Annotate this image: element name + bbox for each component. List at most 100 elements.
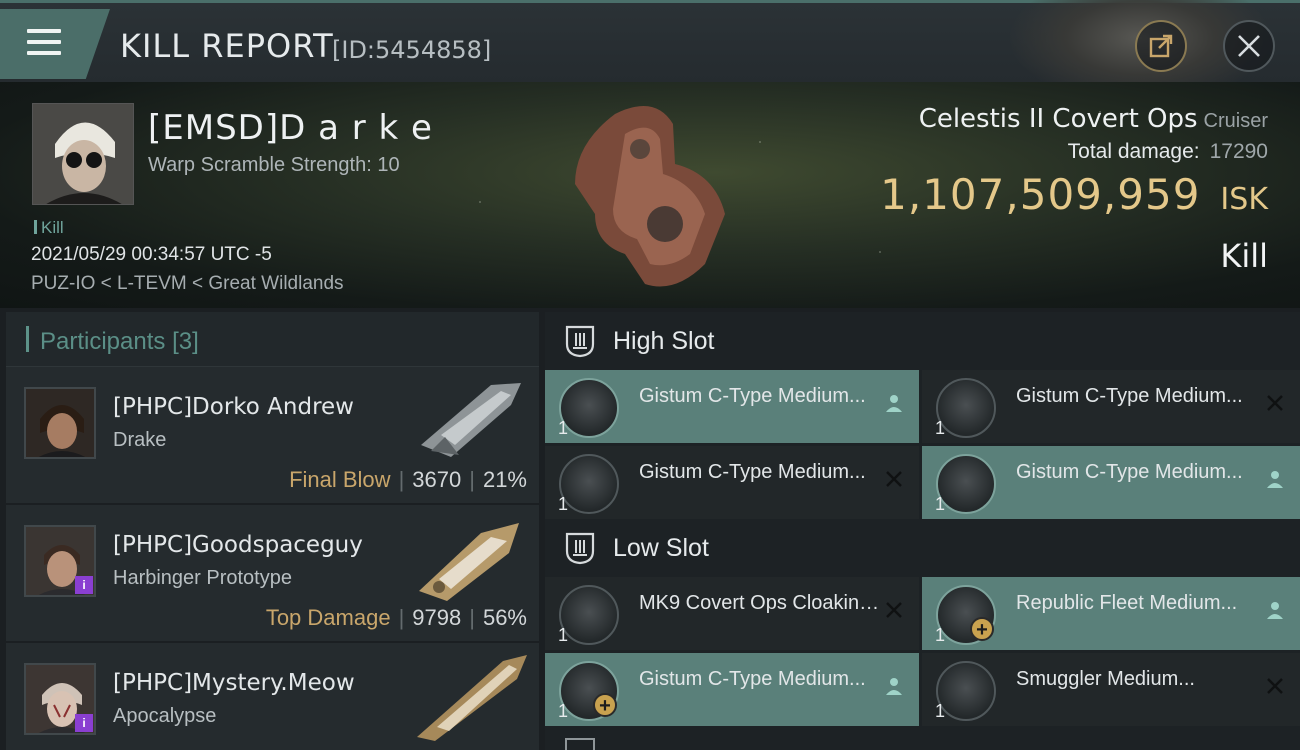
victim-summary: [EMSD]D a r k e Warp Scramble Strength: … <box>0 82 1300 308</box>
participant-ship: Harbinger Prototype <box>113 567 292 589</box>
participant-ship: Drake <box>113 429 167 451</box>
module-item[interactable]: 1 Smuggler Medium... <box>922 653 1300 726</box>
participant-row[interactable]: i [PHPC]Goodspaceguy Harbinger Prototype… <box>6 505 539 643</box>
participant-ship-image <box>417 655 527 741</box>
participants-accent-bar <box>26 326 29 352</box>
module-item[interactable]: 1 Gistum C-Type Medium... <box>922 370 1300 443</box>
module-name: Gistum C-Type Medium... <box>1016 385 1243 407</box>
module-name: Smuggler Medium... <box>1016 668 1195 690</box>
participant-row[interactable]: [PHPC]Dorko Andrew Drake Final Blow | 3670… <box>6 367 539 505</box>
victim-ship-name[interactable]: Celestis II Covert Ops <box>919 104 1198 134</box>
victim-ship-image <box>575 106 725 287</box>
participant-ship-image <box>419 523 519 601</box>
ship-info: Celestis II Covert Ops Cruiser Total dama… <box>880 104 1268 275</box>
destroyed-x-icon <box>1264 392 1286 414</box>
participant-row[interactable]: i [PHPC]Mystery.Meow Apocalypse <box>6 643 539 750</box>
participant-stats: Final Blow | 3670 | 21% <box>289 467 527 492</box>
dropped-person-icon <box>883 675 905 697</box>
participants-label: Participants <box>40 328 166 355</box>
total-damage-value: 17290 <box>1209 140 1268 163</box>
share-button[interactable] <box>1135 20 1187 72</box>
high-slot-header: High Slot <box>545 312 1300 370</box>
portrait-image <box>33 104 133 204</box>
participant-ship-image <box>421 383 521 457</box>
participant-avatar[interactable] <box>24 387 96 459</box>
participant-percent: 21% <box>482 467 527 492</box>
participant-ship: Apocalypse <box>113 705 217 727</box>
close-icon <box>1238 35 1260 57</box>
info-badge-icon: i <box>75 714 93 732</box>
module-item[interactable]: 1 Gistum C-Type Medium... <box>922 446 1300 519</box>
destroyed-x-icon <box>1264 675 1286 697</box>
participant-avatar[interactable]: i <box>24 525 96 597</box>
mid-slot-header-partial <box>545 732 1300 750</box>
report-id: [ID:5454858] <box>332 36 492 64</box>
module-quantity: 1 <box>935 494 946 514</box>
participants-count: [3] <box>172 328 199 355</box>
kill-datetime: 2021/05/29 00:34:57 UTC -5 <box>31 244 272 265</box>
module-name: MK9 Covert Ops Cloaking... <box>639 592 884 614</box>
participant-tag: Final Blow <box>289 467 391 492</box>
dropped-person-icon <box>1264 468 1286 490</box>
module-item[interactable]: + 1 Gistum C-Type Medium... <box>545 653 919 726</box>
participant-damage: 9798 <box>412 605 462 630</box>
module-quantity: 1 <box>935 701 946 721</box>
module-quantity: 1 <box>558 494 569 514</box>
warp-scramble-strength: Warp Scramble Strength: 10 <box>148 154 400 176</box>
victim-avatar[interactable] <box>32 103 134 205</box>
fitting-panel: High Slot 1 Gistum C-Type Medium... 1 Gi… <box>545 312 1300 750</box>
participants-panel: Participants [3] [PHPC]Dorko Andrew Drak… <box>6 312 539 750</box>
module-quantity: 1 <box>558 418 569 438</box>
participant-percent: 56% <box>482 605 527 630</box>
dropped-person-icon <box>1264 599 1286 621</box>
isk-value: 1,107,509,959 <box>880 170 1201 219</box>
module-item[interactable]: 1 Gistum C-Type Medium... <box>545 446 919 519</box>
module-item[interactable]: 1 MK9 Covert Ops Cloaking... <box>545 577 919 650</box>
plus-icon: + <box>970 617 994 641</box>
participant-damage: 3670 <box>412 467 462 492</box>
participant-name[interactable]: [PHPC]Goodspaceguy <box>113 532 363 558</box>
low-slot-label: Low Slot <box>613 534 709 562</box>
module-name: Gistum C-Type Medium... <box>1016 461 1243 483</box>
kill-result: Kill <box>1220 237 1268 275</box>
menu-button[interactable] <box>0 9 110 79</box>
kill-tag: Kill <box>34 218 64 238</box>
info-badge-icon: i <box>75 576 93 594</box>
module-quantity: 1 <box>935 418 946 438</box>
hamburger-icon <box>27 29 61 57</box>
kill-tag-label: Kill <box>41 218 64 237</box>
participant-name[interactable]: [PHPC]Mystery.Meow <box>113 670 355 696</box>
isk-unit: ISK <box>1220 182 1268 217</box>
participant-avatar[interactable]: i <box>24 663 96 735</box>
mid-slot-icon <box>565 738 595 750</box>
destroyed-x-icon <box>883 599 905 621</box>
share-icon <box>1149 34 1173 58</box>
low-slot-modules: 1 MK9 Covert Ops Cloaking... + 1 Republi… <box>545 577 1300 726</box>
kill-location[interactable]: PUZ-IO < L-TEVM < Great Wildlands <box>31 273 344 295</box>
module-item[interactable]: 1 Gistum C-Type Medium... <box>545 370 919 443</box>
participants-header: Participants [3] <box>6 312 539 367</box>
page-title: KILL REPORT <box>120 27 334 65</box>
destroyed-x-icon <box>883 468 905 490</box>
module-name: Gistum C-Type Medium... <box>639 385 866 407</box>
portrait-image <box>26 389 94 457</box>
plus-icon: + <box>593 693 617 717</box>
total-damage-label: Total damage: <box>1067 140 1200 163</box>
high-slot-modules: 1 Gistum C-Type Medium... 1 Gistum C-Typ… <box>545 370 1300 519</box>
header-bar: KILL REPORT [ID:5454858] <box>0 0 1300 103</box>
module-name: Gistum C-Type Medium... <box>639 461 866 483</box>
module-quantity: 1 <box>935 625 946 645</box>
module-name: Republic Fleet Medium... <box>1016 592 1238 614</box>
low-slot-icon <box>565 532 595 565</box>
close-button[interactable] <box>1223 20 1275 72</box>
participant-name[interactable]: [PHPC]Dorko Andrew <box>113 394 354 420</box>
victim-name[interactable]: [EMSD]D a r k e <box>148 108 433 148</box>
module-item[interactable]: + 1 Republic Fleet Medium... <box>922 577 1300 650</box>
module-quantity: 1 <box>558 625 569 645</box>
participant-stats: Top Damage | 9798 | 56% <box>265 605 527 630</box>
high-slot-icon <box>565 325 595 358</box>
victim-ship-class: Cruiser <box>1203 110 1268 132</box>
dropped-person-icon <box>883 392 905 414</box>
module-name: Gistum C-Type Medium... <box>639 668 866 690</box>
high-slot-label: High Slot <box>613 327 715 355</box>
